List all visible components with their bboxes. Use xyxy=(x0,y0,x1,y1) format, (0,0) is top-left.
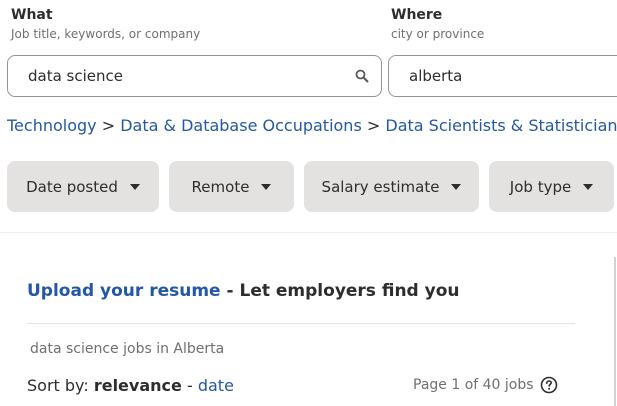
breadcrumb-item-data-scientists[interactable]: Data Scientists & Statisticians xyxy=(385,116,617,135)
sort-label: Sort by: xyxy=(27,376,89,395)
results-count: data science jobs in Alberta xyxy=(30,341,225,357)
filter-remote[interactable]: Remote xyxy=(169,161,294,212)
filter-label: Salary estimate xyxy=(321,177,440,196)
sort-date-link[interactable]: date xyxy=(198,376,234,395)
caret-down-icon xyxy=(583,183,594,190)
page-info: Page 1 of 40 jobs xyxy=(413,377,534,393)
what-input[interactable] xyxy=(28,56,328,96)
upload-resume-promo: Upload your resume - Let employers find … xyxy=(27,281,460,301)
sort-separator: - xyxy=(186,376,193,395)
breadcrumb: Technology > Data & Database Occupations… xyxy=(7,116,617,135)
breadcrumb-item-technology[interactable]: Technology xyxy=(7,116,97,135)
divider xyxy=(27,323,575,324)
filter-label: Date posted xyxy=(26,177,118,196)
filter-job-type[interactable]: Job type xyxy=(489,161,614,212)
help-icon[interactable] xyxy=(540,376,558,394)
breadcrumb-item-data-database[interactable]: Data & Database Occupations xyxy=(120,116,362,135)
where-sublabel: city or province xyxy=(391,27,485,41)
filter-salary-estimate[interactable]: Salary estimate xyxy=(304,161,479,212)
what-field[interactable] xyxy=(7,55,382,97)
filter-date-posted[interactable]: Date posted xyxy=(7,161,159,212)
caret-down-icon xyxy=(261,183,272,190)
promo-text: - Let employers find you xyxy=(220,281,460,301)
search-icon[interactable] xyxy=(355,69,369,83)
upload-resume-link[interactable]: Upload your resume xyxy=(27,281,221,301)
what-sublabel: Job title, keywords, or company xyxy=(11,27,201,41)
panel-border xyxy=(614,257,616,406)
what-label: What xyxy=(11,7,53,23)
breadcrumb-separator: > xyxy=(101,116,116,135)
caret-down-icon xyxy=(451,183,462,190)
sort-control: Sort by: relevance - date xyxy=(27,376,234,395)
breadcrumb-separator: > xyxy=(366,116,381,135)
where-input[interactable] xyxy=(409,56,617,96)
where-field[interactable] xyxy=(388,55,617,97)
where-label: Where xyxy=(391,7,443,23)
divider xyxy=(0,232,617,233)
sort-relevance: relevance xyxy=(93,376,182,395)
caret-down-icon xyxy=(129,183,140,190)
filter-label: Remote xyxy=(191,177,250,196)
filter-label: Job type xyxy=(509,177,572,196)
